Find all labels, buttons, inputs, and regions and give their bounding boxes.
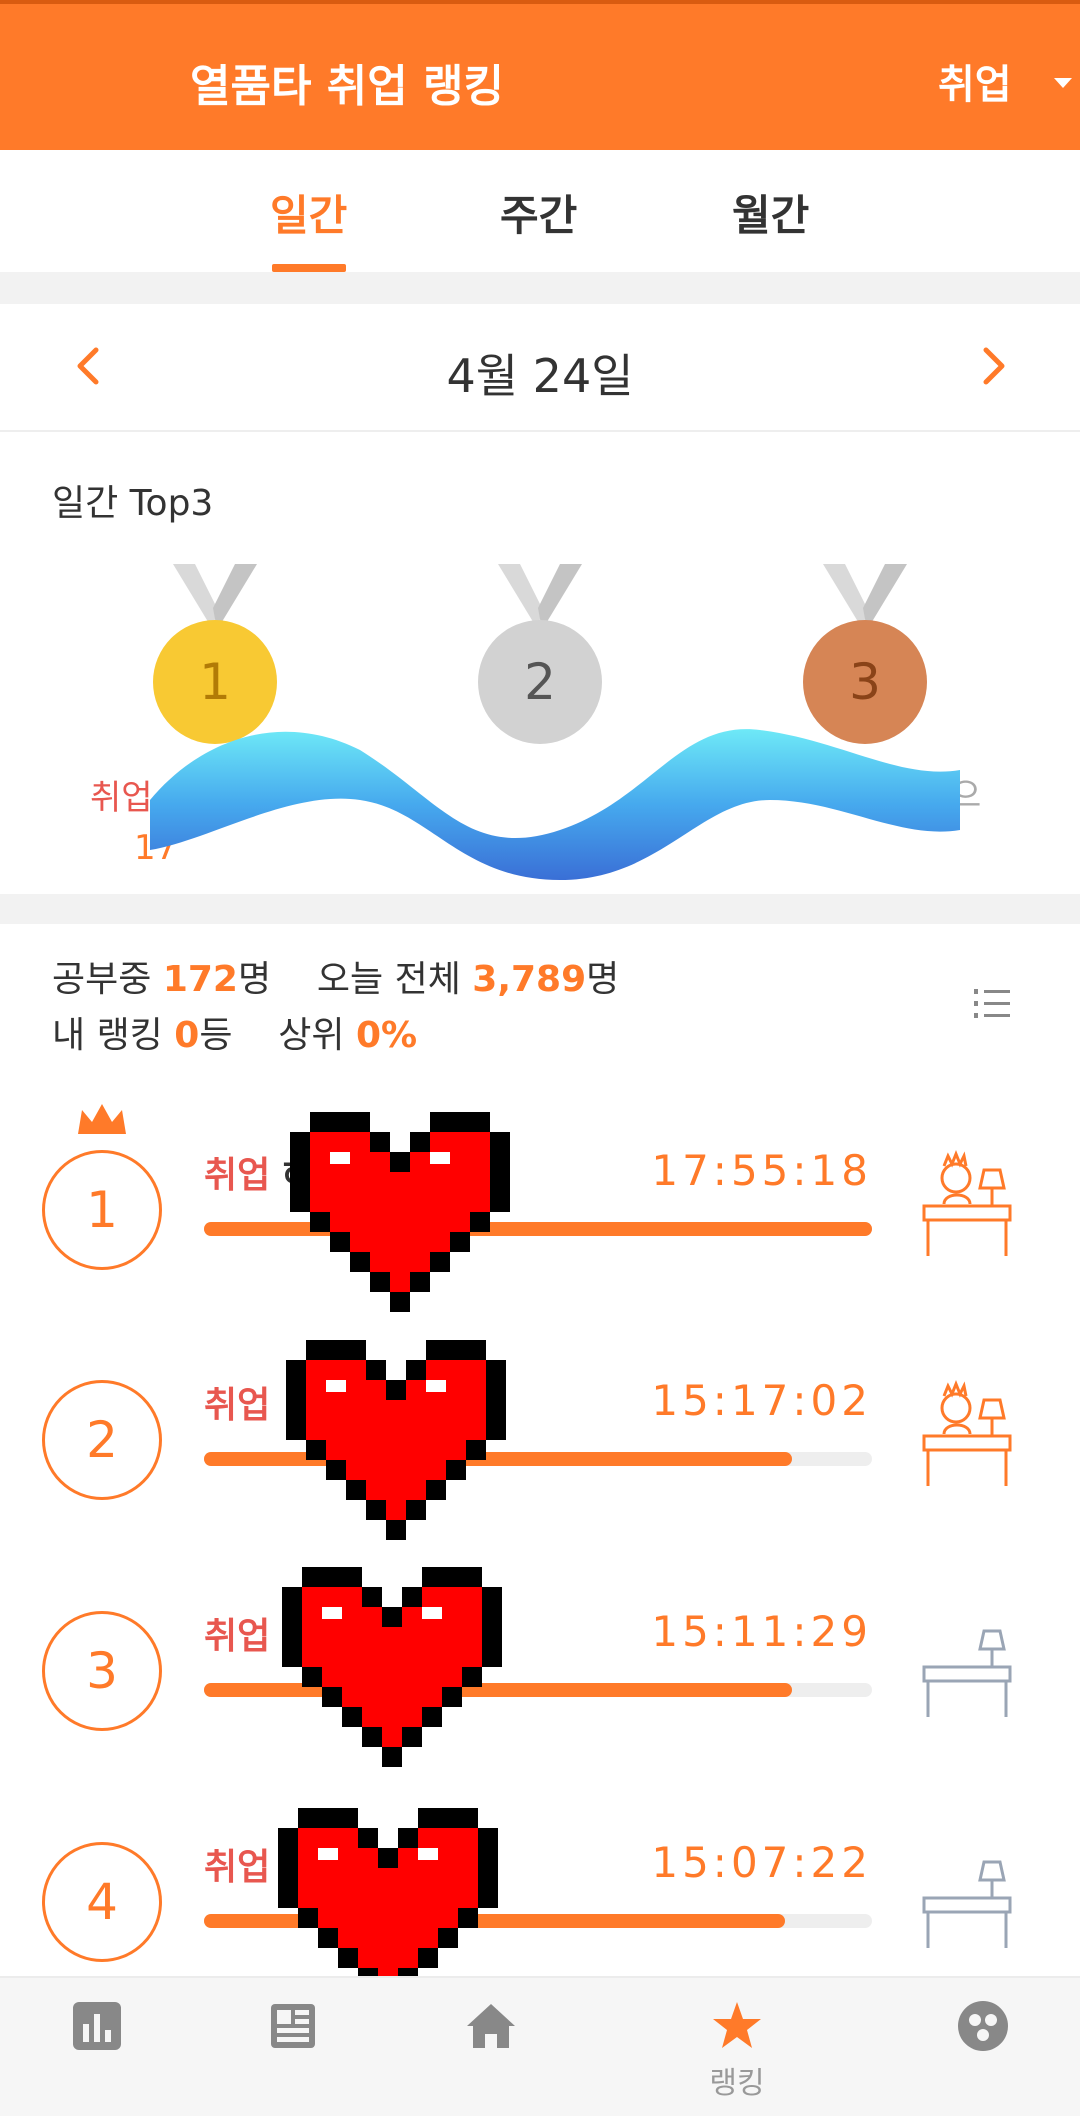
bottom-navigation: 랭킹 [0,1976,1080,2116]
studying-at-desk-icon [922,1149,1012,1256]
heart-sticker-icon [290,1112,510,1312]
nav-ranking-label: 랭킹 [709,2066,765,2101]
ranking-screen: 열품타 취업 랭킹 취업 일간 주간 월간 4월 24일 일간 Top3 1 2… [0,0,1080,2116]
active-tab-indicator [272,264,346,272]
rank-number: 3 [42,1611,162,1731]
row-study-time: 15:17:02 [651,1376,872,1425]
my-rank-value: 0 [174,1015,200,1056]
section-divider [0,894,1080,924]
total-count: 3,789 [472,959,587,1000]
top-percent-value: 0% [355,1015,418,1056]
ranking-row[interactable]: 2 취업 15:17:02 [0,1330,1080,1560]
my-rank-label: 내 랭킹 [52,1015,163,1056]
group-icon [958,2001,1008,2051]
nav-ranking[interactable]: 랭킹 [682,1998,792,2108]
page-title: 열품타 취업 랭킹 [190,61,504,112]
rank-number: 4 [42,1842,162,1962]
crown-icon [78,1104,126,1134]
heart-sticker-icon [286,1340,506,1540]
total-unit: 명 [586,959,620,1000]
total-label: 오늘 전체 [316,959,461,1000]
ranking-stats: 공부중 172명 오늘 전체 3,789명 내 랭킹 0등 상위 0% [52,952,619,1064]
home-icon [467,2004,515,2048]
rank-number: 1 [42,1150,162,1270]
row-category-text: 취업 [204,1155,271,1196]
date-navigator: 4월 24일 [0,304,1080,432]
list-view-icon[interactable] [972,986,1012,1022]
top-percent-label: 상위 [278,1015,345,1056]
current-date: 4월 24일 [446,349,634,403]
row-study-time: 15:11:29 [651,1607,872,1656]
row-category: 취업 [204,1385,271,1426]
planner-icon [271,2004,315,2048]
row-category: 취업 [204,1616,271,1657]
app-header: 열품타 취업 랭킹 취업 [0,0,1080,150]
ranking-row[interactable]: 1 취업 해 17:55:18 [0,1100,1080,1330]
tab-daily[interactable]: 일간 [270,182,347,243]
daily-top3: 일간 Top3 1 2 3 취업 17 으 [0,432,1080,894]
studying-at-desk-icon [922,1379,1012,1486]
row-category: 취업 [204,1847,271,1888]
stats-icon [73,2002,121,2050]
privacy-blur-sticker [150,729,960,880]
category-selector[interactable]: 취업 [938,52,1012,110]
empty-desk-icon [922,1860,1012,1948]
top3-title: 일간 Top3 [52,483,214,524]
nav-planner[interactable] [238,1998,348,2108]
tab-weekly[interactable]: 주간 [500,182,577,243]
section-divider [0,272,1080,304]
nav-stats[interactable] [42,1998,152,2108]
ranking-row[interactable]: 3 취업 15:11:29 [0,1561,1080,1791]
studying-label: 공부중 [52,959,152,1000]
rank-number: 2 [42,1380,162,1500]
dropdown-caret-icon[interactable] [1054,78,1072,88]
studying-unit: 명 [237,959,272,1000]
studying-count: 172 [162,959,238,1000]
row-study-time: 15:07:22 [651,1838,872,1887]
period-tabs: 일간 주간 월간 [0,150,1080,272]
nav-home[interactable] [436,1998,546,2108]
star-icon [713,2002,761,2048]
row-study-time: 17:55:18 [651,1146,872,1195]
next-date-chevron-icon[interactable] [970,344,1014,388]
tab-monthly[interactable]: 월간 [732,182,809,243]
heart-sticker-icon [282,1567,502,1767]
empty-desk-icon [922,1629,1012,1717]
nav-group[interactable] [928,1998,1038,2108]
my-rank-unit: 등 [199,1015,233,1056]
